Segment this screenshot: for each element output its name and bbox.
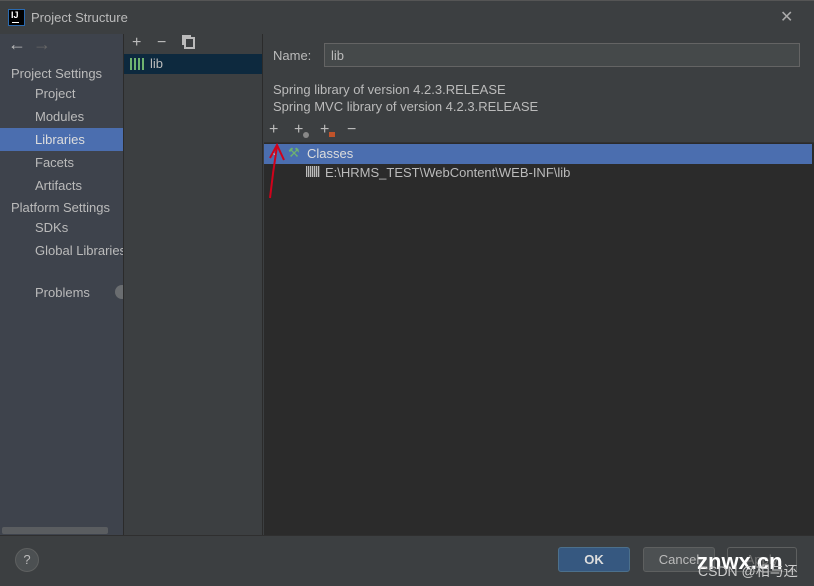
sidebar-item-problems[interactable]: Problems [0,281,123,304]
red-annotation-arrow [269,142,285,199]
sidebar-item-global-libraries[interactable]: Global Libraries [0,239,123,262]
section-platform-settings: Platform Settings [11,200,110,215]
watermark-credit: CSDN @相与还 [698,563,798,579]
classes-tree [264,142,814,535]
sidebar: ← → Project Settings Project Modules Lib… [0,34,129,535]
sidebar-item-modules[interactable]: Modules [0,105,123,128]
help-button[interactable]: ? [15,548,39,572]
sidebar-scrollbar[interactable] [2,527,108,534]
sidebar-item-libraries[interactable]: Libraries [0,128,123,151]
title-bar: IJ Project Structure ✕ [0,0,814,34]
folder-icon [329,132,335,137]
tree-row-classes[interactable]: ⌄ ⚒ Classes [264,144,812,164]
forward-icon[interactable]: → [33,34,51,55]
name-input[interactable] [324,43,800,67]
copy-icon[interactable] [184,37,195,49]
globe-icon [303,132,309,138]
sidebar-item-sdks[interactable]: SDKs [0,216,123,239]
add-url-button[interactable]: + [294,121,303,139]
sidebar-item-project[interactable]: Project [0,82,123,105]
remove-library-button[interactable]: − [157,34,166,52]
name-label: Name: [273,48,312,63]
intellij-logo: IJ [8,9,25,26]
library-label: lib [150,56,164,71]
section-project-settings: Project Settings [11,66,103,81]
add-button[interactable]: + [269,121,278,139]
add-library-button[interactable]: + [132,34,141,52]
window-title: Project Structure [31,10,128,25]
add-jar-button[interactable]: + [320,121,329,139]
library-item-lib[interactable]: lib [124,54,262,74]
description-line: Spring library of version 4.2.3.RELEASE [273,82,506,97]
sidebar-item-facets[interactable]: Facets [0,151,123,174]
remove-button[interactable]: − [347,121,356,139]
libraries-panel: + − [123,34,263,535]
sidebar-item-artifacts[interactable]: Artifacts [0,174,123,197]
description-line: Spring MVC library of version 4.2.3.RELE… [273,99,539,114]
ok-button[interactable]: OK [558,547,630,572]
jar-folder-icon [306,166,320,177]
tree-label: Classes [307,146,354,161]
back-icon[interactable]: ← [8,34,26,55]
tree-row-path[interactable]: E:\HRMS_TEST\WebContent\WEB-INF\lib [325,165,570,180]
close-icon[interactable]: ✕ [780,7,793,27]
library-icon [130,58,144,70]
